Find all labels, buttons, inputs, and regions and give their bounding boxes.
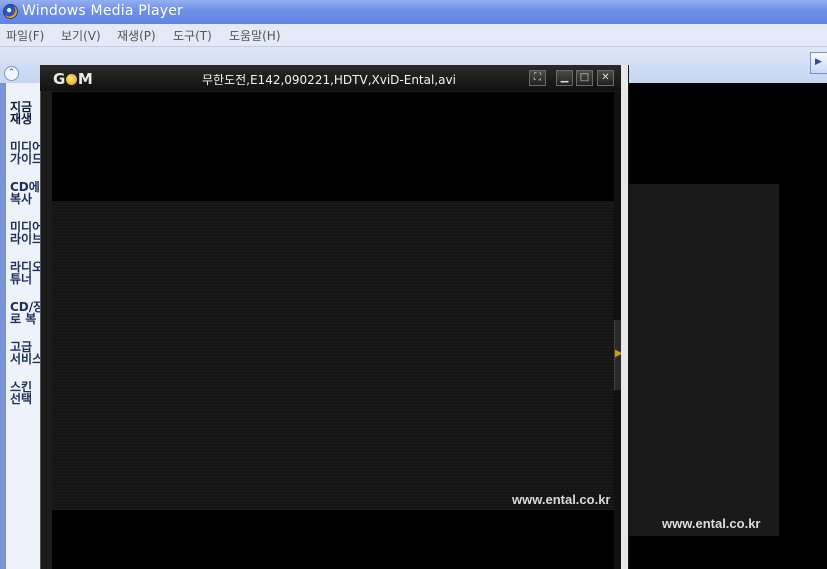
fullscreen-icon: ⛶: [534, 72, 541, 83]
now-playing-options-button[interactable]: ▶: [810, 52, 827, 74]
gom-video-frame: [52, 201, 614, 510]
menu-play[interactable]: 재생(P): [117, 27, 156, 44]
nav-now-playing[interactable]: 지금 재생: [10, 101, 40, 125]
nav-radio-tuner[interactable]: 라디오 튜너: [10, 261, 40, 285]
gom-maximize-button[interactable]: □: [576, 70, 593, 86]
gom-logo-o-icon: [65, 74, 77, 85]
menu-view[interactable]: 보기(V): [61, 27, 101, 44]
gom-logo: GM: [53, 70, 93, 88]
menu-tools[interactable]: 도구(T): [173, 27, 212, 44]
wmp-video-watermark: www.ental.co.kr: [662, 516, 761, 531]
gom-close-button[interactable]: ✕: [597, 70, 614, 86]
menu-bar: 파일(F) 보기(V) 재생(P) 도구(T) 도움말(H): [0, 24, 827, 47]
taskbar-collapse-button[interactable]: ⌃: [4, 66, 19, 81]
gom-video-watermark: www.ental.co.kr: [512, 492, 611, 507]
gom-minimize-button[interactable]: ▁: [556, 70, 573, 86]
gom-fullscreen-button[interactable]: ⛶: [529, 70, 546, 86]
wmp-video-frame: [626, 184, 779, 536]
wmp-taskbar: 지금 재생 미디어 가이드 CD에 복사 미디어 라이브 라디오 튜너 CD/장…: [0, 83, 40, 569]
window-title: Windows Media Player: [22, 3, 184, 19]
maximize-icon: □: [579, 72, 590, 83]
nav-media-library[interactable]: 미디어 라이브: [10, 221, 40, 245]
play-icon: ▶: [815, 57, 822, 67]
wmp-title-bar: Windows Media Player: [0, 0, 827, 24]
nav-media-guide[interactable]: 미디어 가이드: [10, 141, 40, 165]
gom-window-border: [621, 65, 628, 569]
close-icon: ✕: [601, 72, 610, 83]
wmp-app-icon: [3, 4, 18, 19]
nav-copy-from-cd[interactable]: CD에 복사: [10, 181, 40, 205]
minimize-icon: ▁: [560, 72, 569, 83]
menu-file[interactable]: 파일(F): [6, 27, 44, 44]
menu-help[interactable]: 도움말(H): [229, 27, 281, 44]
nav-skin-chooser[interactable]: 스킨 선택: [10, 381, 40, 405]
gom-file-name: 무한도전,E142,090221,HDTV,XviD-Ental,avi: [202, 73, 456, 87]
nav-copy-to-cd[interactable]: CD/장 로 복: [10, 301, 40, 325]
nav-premium-services[interactable]: 고급 서비스: [10, 341, 40, 365]
